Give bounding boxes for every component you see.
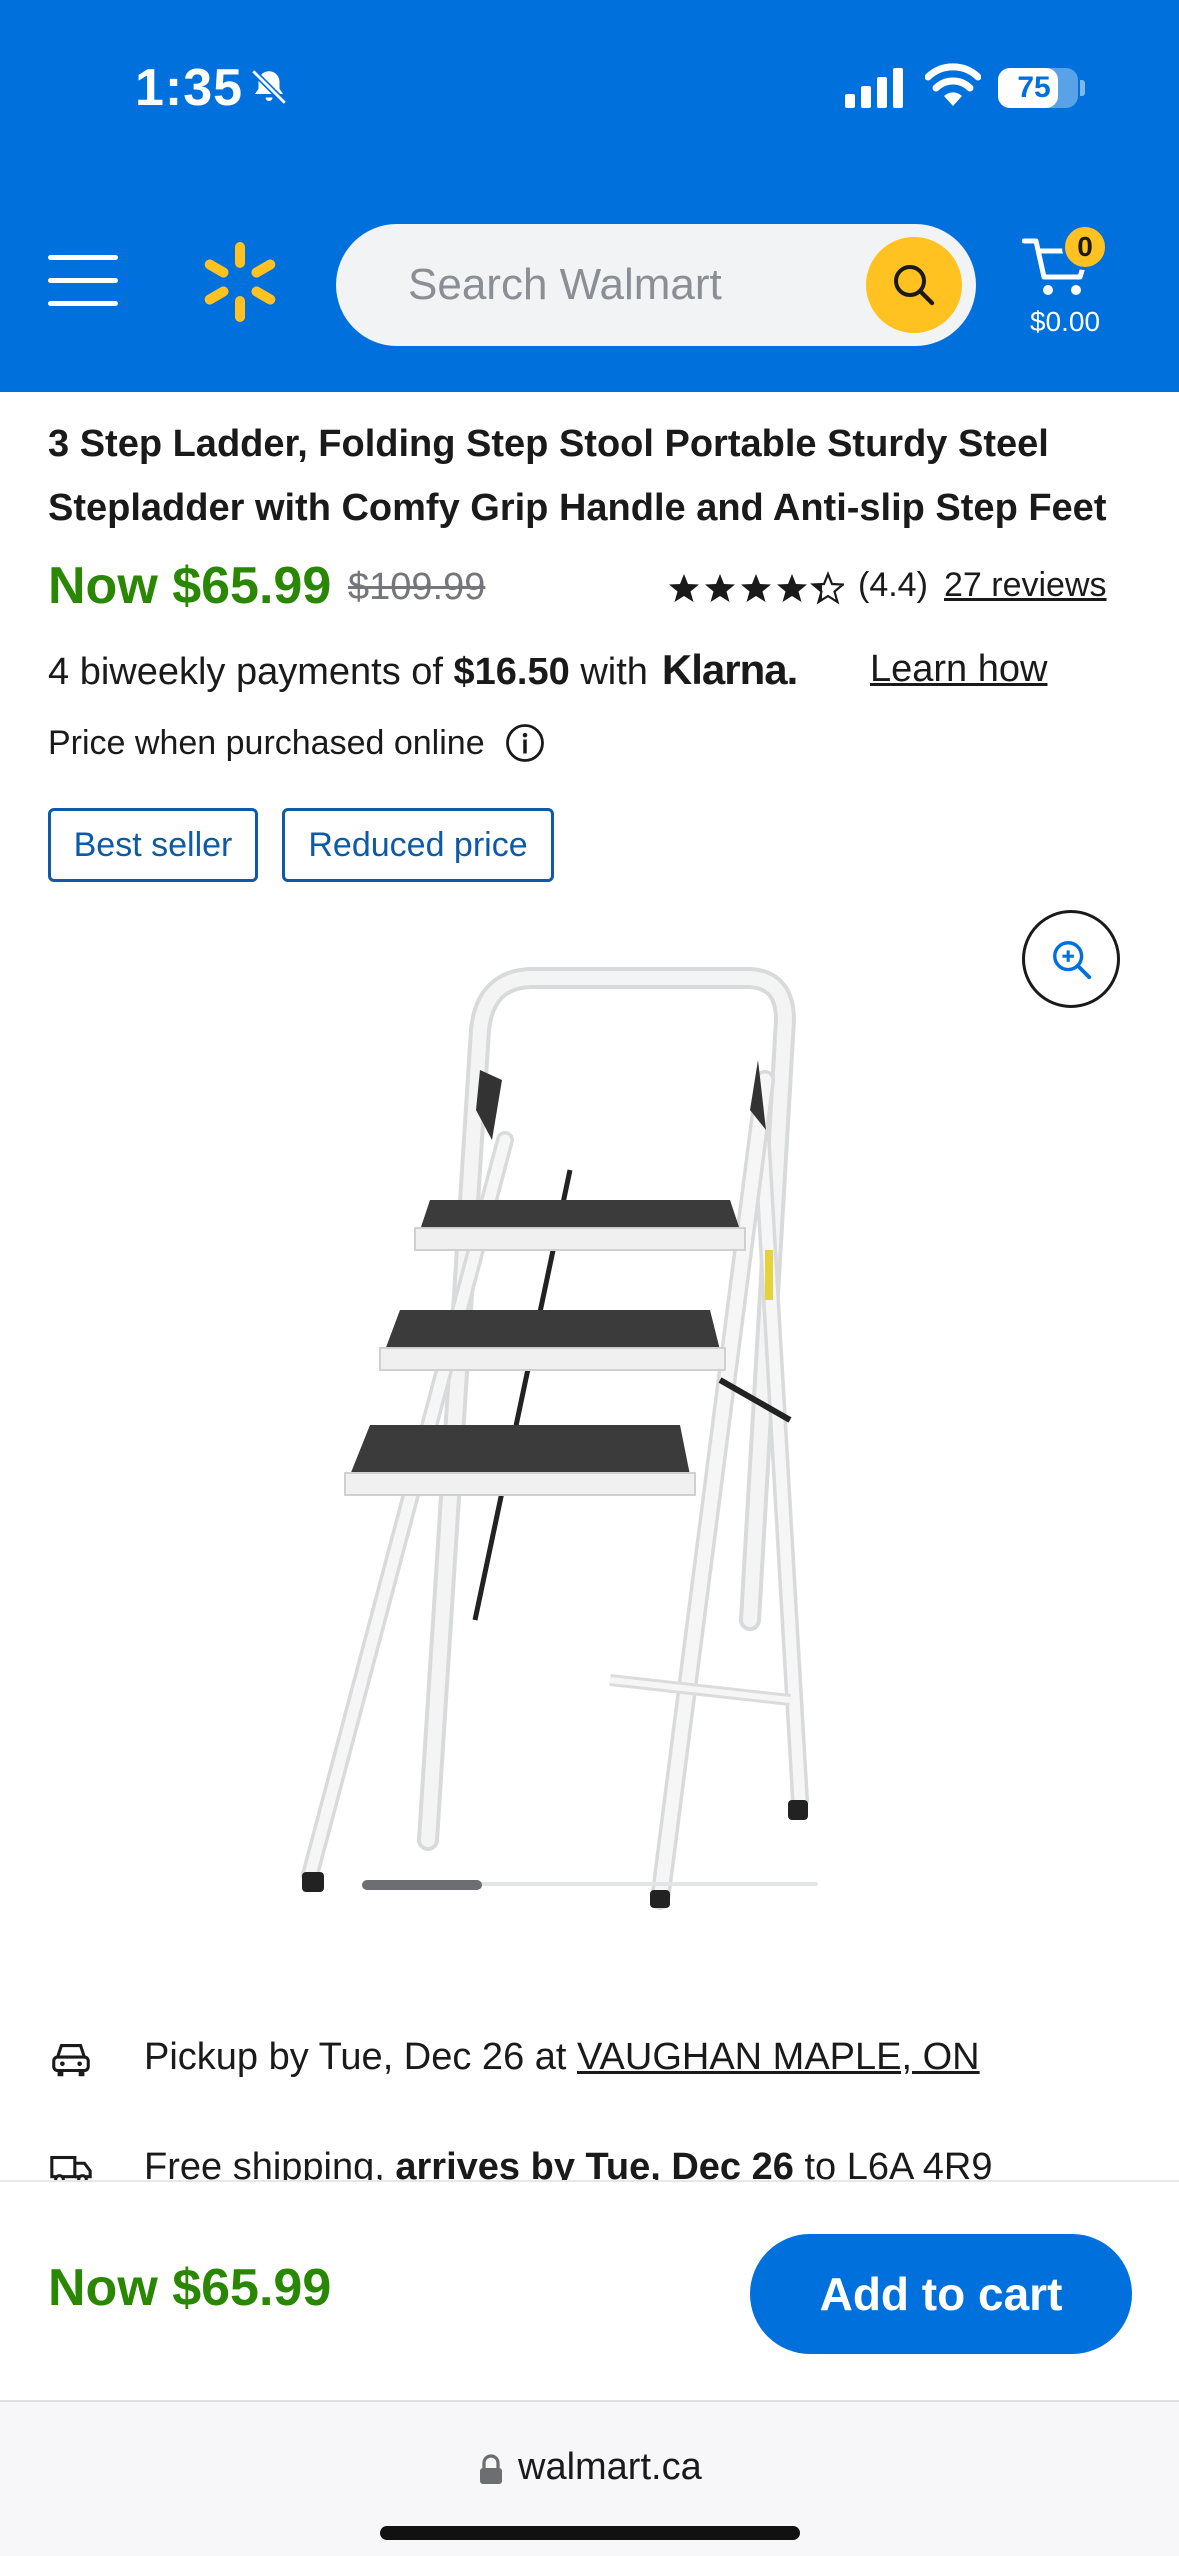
reviews-link[interactable]: 27 reviews <box>944 566 1107 605</box>
battery-indicator: 75 <box>998 68 1078 108</box>
search-placeholder: Search Walmart <box>408 260 722 309</box>
sticky-add-to-cart-bar: Now $65.99 Add to cart <box>0 2180 1179 2400</box>
klarna-amount: $16.50 <box>453 651 570 693</box>
was-price: $109.99 <box>348 566 486 608</box>
add-to-cart-button[interactable]: Add to cart <box>750 2234 1132 2354</box>
pickup-prefix: Pickup by Tue, Dec 26 at <box>144 2036 578 2078</box>
home-indicator[interactable] <box>380 2526 800 2540</box>
pickup-store-link[interactable]: VAUGHAN MAPLE, ON <box>577 2036 980 2078</box>
search-input[interactable]: Search Walmart <box>336 224 976 346</box>
shipping-arrival: arrives by Tue, Dec 26 <box>395 2146 794 2182</box>
pickup-text: Pickup by Tue, Dec 26 at VAUGHAN MAPLE, … <box>144 2036 980 2079</box>
shipping-row: Free shipping, arrives by Tue, Dec 26 to… <box>48 2140 1148 2182</box>
shipping-postal: L6A 4R9 <box>846 2146 993 2182</box>
zoom-in-icon <box>1053 941 1092 980</box>
battery-tip <box>1080 80 1085 96</box>
cart-count-badge: 0 <box>1062 224 1108 270</box>
truck-icon <box>50 2155 92 2182</box>
best-seller-badge: Best seller <box>48 808 258 882</box>
reduced-price-badge: Reduced price <box>282 808 554 882</box>
klarna-logo: Klarna. <box>661 646 798 693</box>
info-icon[interactable] <box>504 722 546 764</box>
status-time: 1:35 <box>135 59 244 117</box>
search-button[interactable] <box>866 237 962 333</box>
product-image-ladder[interactable] <box>280 960 880 1950</box>
learn-how-link[interactable]: Learn how <box>870 648 1047 691</box>
klarna-prefix: 4 biweekly payments of <box>48 651 454 693</box>
search-icon <box>894 265 935 306</box>
zoom-button[interactable] <box>1022 910 1120 1008</box>
image-carousel-indicator <box>362 1880 482 1890</box>
star-rating-icon[interactable] <box>668 568 844 608</box>
car-icon <box>52 2044 90 2077</box>
bell-muted-icon <box>251 69 287 105</box>
menu-icon[interactable] <box>48 255 118 311</box>
product-title: 3 Step Ladder, Folding Step Stool Portab… <box>48 423 1107 529</box>
shipping-mid: to <box>793 2146 847 2182</box>
cart-total: $0.00 <box>1029 306 1101 337</box>
browser-address-bar[interactable]: walmart.ca <box>0 2400 1179 2556</box>
battery-percent: 75 <box>1017 71 1051 104</box>
klarna-payment-text: 4 biweekly payments of $16.50 with Klarna… <box>48 646 798 694</box>
app-header: 1:35 75 Search Walmart 0 $0.00 <box>0 0 1179 392</box>
shipping-text: Free shipping, arrives by Tue, Dec 26 to… <box>144 2146 993 2182</box>
pickup-row: Pickup by Tue, Dec 26 at VAUGHAN MAPLE, … <box>48 2030 1148 2090</box>
shipping-prefix: Free shipping, <box>144 2146 396 2182</box>
klarna-suffix: with <box>569 651 648 693</box>
lock-icon <box>480 2454 502 2484</box>
status-bar: 1:35 75 <box>0 0 1179 175</box>
rating-value: (4.4) <box>858 566 928 604</box>
url-text: walmart.ca <box>518 2446 702 2488</box>
now-price: Now $65.99 <box>48 557 332 615</box>
price-note: Price when purchased online <box>48 724 485 762</box>
wifi-icon <box>925 63 981 106</box>
cellular-signal-icon <box>845 68 903 108</box>
walmart-spark-logo[interactable] <box>198 240 282 324</box>
bottom-price: Now $65.99 <box>48 2259 332 2317</box>
